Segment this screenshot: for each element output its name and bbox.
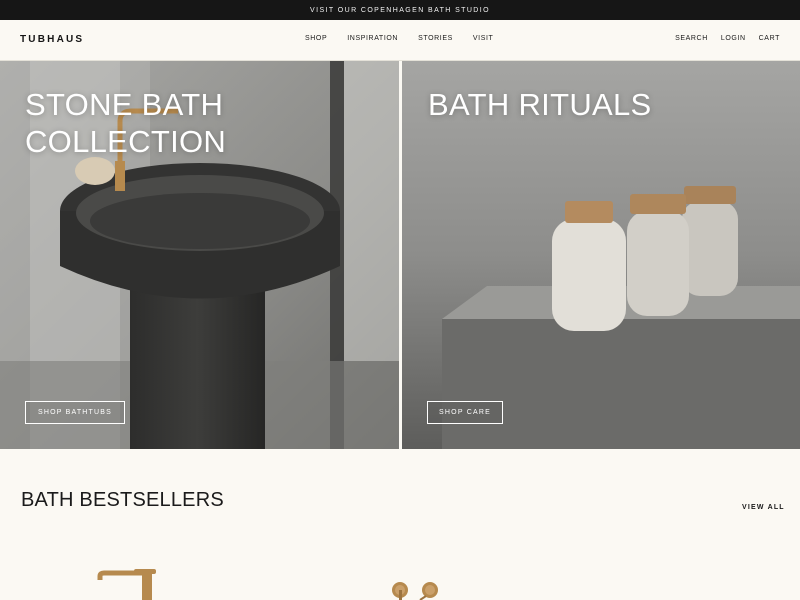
hero-title-bath-rituals: BATH RITUALS bbox=[428, 87, 652, 122]
hero-title-stone-bath: STONE BATH COLLECTION bbox=[25, 87, 227, 159]
nav-item-inspiration[interactable]: INSPIRATION bbox=[347, 35, 398, 42]
search-link[interactable]: SEARCH bbox=[675, 35, 708, 42]
bestsellers-title: BATH BESTSELLERS bbox=[21, 489, 224, 511]
brass-faucet-image bbox=[97, 569, 156, 600]
main-nav: SHOP INSPIRATION STORIES VISIT bbox=[305, 35, 493, 42]
view-all-link[interactable]: VIEW ALL bbox=[742, 504, 785, 511]
wall-mixer-image bbox=[392, 582, 438, 600]
nav-item-stories[interactable]: STORIES bbox=[418, 35, 453, 42]
announcement-bar[interactable]: VISIT OUR COPENHAGEN BATH STUDIO bbox=[0, 0, 800, 20]
product-card-wall-mixer[interactable] bbox=[380, 560, 460, 600]
product-card-faucet[interactable] bbox=[90, 560, 170, 600]
hero-bath-rituals[interactable]: BATH RITUALS SHOP CARE bbox=[402, 61, 800, 449]
nav-item-shop[interactable]: SHOP bbox=[305, 35, 327, 42]
cart-link[interactable]: CART bbox=[759, 35, 780, 42]
login-link[interactable]: LOGIN bbox=[721, 35, 746, 42]
brand-logo[interactable]: TUBHAUS bbox=[20, 34, 84, 45]
utility-nav: SEARCH LOGIN CART bbox=[675, 35, 780, 42]
site-header: TUBHAUS SHOP INSPIRATION STORIES VISIT S… bbox=[0, 20, 800, 61]
shop-care-button[interactable]: SHOP CARE bbox=[427, 401, 503, 424]
nav-item-visit[interactable]: VISIT bbox=[473, 35, 494, 42]
announcement-text[interactable]: VISIT OUR COPENHAGEN BATH STUDIO bbox=[310, 7, 490, 14]
hero-stone-bath[interactable]: STONE BATH COLLECTION SHOP BATHTUBS bbox=[0, 61, 399, 449]
shop-bathtubs-button[interactable]: SHOP BATHTUBS bbox=[25, 401, 125, 424]
